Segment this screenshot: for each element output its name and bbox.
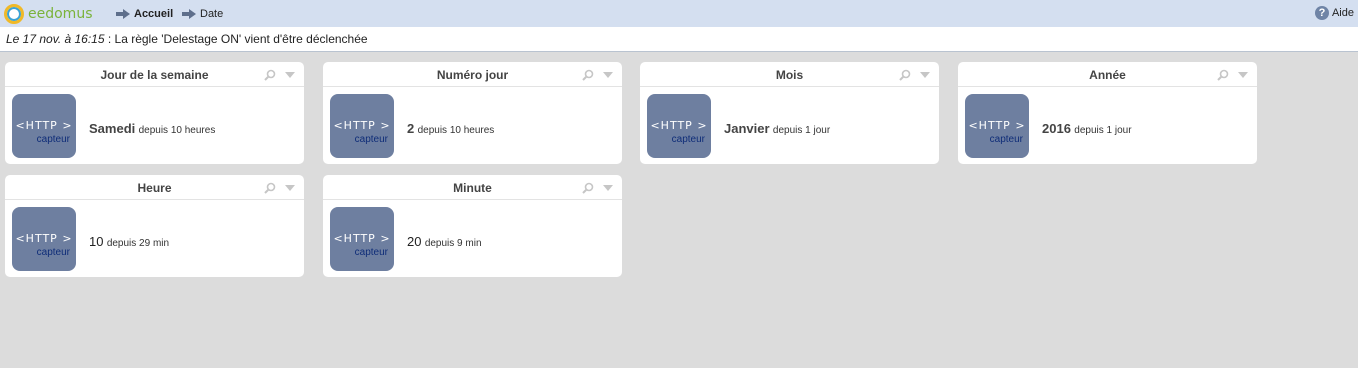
- top-bar: eedomus Accueil Date ? Aide: [0, 0, 1358, 27]
- http-sub-label: capteur: [354, 247, 388, 258]
- card-header: Numéro jour: [323, 62, 622, 87]
- http-label: <HTTP >: [333, 232, 391, 245]
- http-label: <HTTP >: [333, 119, 391, 132]
- eedomus-logo[interactable]: eedomus: [4, 4, 92, 24]
- card-value: 2016 depuis 1 jour: [1042, 121, 1132, 136]
- http-sensor-icon[interactable]: <HTTP > capteur: [12, 207, 76, 271]
- breadcrumb-date[interactable]: Date: [182, 6, 223, 22]
- search-icon[interactable]: [264, 69, 276, 81]
- http-label: <HTTP >: [15, 119, 73, 132]
- card-value: 10 depuis 29 min: [89, 234, 169, 249]
- search-icon[interactable]: [582, 69, 594, 81]
- widget-card: Mois <HTTP > capteur Janvier depuis 1 jo…: [640, 62, 939, 164]
- card-header: Minute: [323, 175, 622, 200]
- value-main: 2: [407, 121, 415, 136]
- value-main: Janvier: [724, 121, 770, 136]
- http-sub-label: capteur: [36, 134, 70, 145]
- card-value: Samedi depuis 10 heures: [89, 121, 215, 136]
- search-icon[interactable]: [899, 69, 911, 81]
- value-since: depuis 29 min: [106, 238, 170, 249]
- help-link[interactable]: ? Aide: [1314, 6, 1354, 20]
- chevron-down-icon[interactable]: [920, 72, 930, 78]
- help-label: Aide: [1331, 7, 1354, 19]
- chevron-down-icon[interactable]: [1238, 72, 1248, 78]
- http-sub-label: capteur: [671, 134, 705, 145]
- http-sensor-icon[interactable]: <HTTP > capteur: [330, 207, 394, 271]
- widget-card: Minute <HTTP > capteur 20 depuis 9 min: [323, 175, 622, 277]
- search-icon[interactable]: [264, 182, 276, 194]
- chevron-down-icon[interactable]: [285, 72, 295, 78]
- value-main: 10: [89, 234, 104, 249]
- http-label: <HTTP >: [650, 119, 708, 132]
- value-since: depuis 1 jour: [1074, 125, 1132, 136]
- http-label: <HTTP >: [968, 119, 1026, 132]
- chevron-down-icon[interactable]: [603, 72, 613, 78]
- arrow-right-icon: [116, 9, 130, 19]
- search-icon[interactable]: [582, 182, 594, 194]
- widget-card: Année <HTTP > capteur 2016 depuis 1 jour: [958, 62, 1257, 164]
- http-sensor-icon[interactable]: <HTTP > capteur: [647, 94, 711, 158]
- value-since: depuis 1 jour: [772, 125, 831, 136]
- value-main: 20: [407, 234, 422, 249]
- help-icon: ?: [1314, 6, 1329, 20]
- card-value: 20 depuis 9 min: [407, 234, 482, 249]
- widget-card: Numéro jour <HTTP > capteur 2 depuis 10 …: [323, 62, 622, 164]
- breadcrumb-label: Accueil: [134, 8, 174, 20]
- card-title: Année: [1089, 68, 1126, 82]
- http-sensor-icon[interactable]: <HTTP > capteur: [330, 94, 394, 158]
- card-title: Minute: [453, 181, 492, 195]
- http-sensor-icon[interactable]: <HTTP > capteur: [12, 94, 76, 158]
- notification-message: : La règle 'Delestage ON' vient d'être d…: [104, 32, 368, 46]
- http-sensor-icon[interactable]: <HTTP > capteur: [965, 94, 1029, 158]
- http-label: <HTTP >: [15, 232, 73, 245]
- http-sub-label: capteur: [354, 134, 388, 145]
- http-sub-label: capteur: [36, 247, 70, 258]
- value-since: depuis 10 heures: [417, 125, 495, 136]
- card-value: Janvier depuis 1 jour: [724, 121, 830, 136]
- chevron-down-icon[interactable]: [285, 185, 295, 191]
- breadcrumb-label: Date: [200, 8, 224, 20]
- card-header: Jour de la semaine: [5, 62, 304, 87]
- card-header: Heure: [5, 175, 304, 200]
- card-title: Numéro jour: [436, 68, 509, 82]
- breadcrumb-accueil[interactable]: Accueil: [116, 6, 173, 22]
- value-since: depuis 9 min: [424, 238, 482, 249]
- card-title: Mois: [775, 68, 804, 82]
- notification-date: Le 17 nov. à 16:15: [6, 32, 105, 46]
- card-value: 2 depuis 10 heures: [407, 121, 494, 136]
- card-title: Heure: [137, 181, 172, 195]
- chevron-down-icon[interactable]: [603, 185, 613, 191]
- logo-text: eedomus: [28, 6, 93, 22]
- card-title: Jour de la semaine: [100, 68, 209, 82]
- value-main: Samedi: [89, 121, 136, 136]
- widget-card: Jour de la semaine <HTTP > capteur Samed…: [5, 62, 304, 164]
- widget-card: Heure <HTTP > capteur 10 depuis 29 min: [5, 175, 304, 277]
- search-icon[interactable]: [1217, 69, 1229, 81]
- logo-ring-icon: [4, 4, 24, 24]
- value-main: 2016: [1042, 121, 1071, 136]
- notification-text: Le 17 nov. à 16:15 : La règle 'Delestage…: [6, 32, 368, 46]
- value-since: depuis 10 heures: [138, 125, 216, 136]
- card-header: Année: [958, 62, 1257, 87]
- http-sub-label: capteur: [989, 134, 1023, 145]
- card-header: Mois: [640, 62, 939, 87]
- arrow-right-icon: [182, 9, 196, 19]
- notification-bar: Le 17 nov. à 16:15 : La règle 'Delestage…: [0, 27, 1358, 52]
